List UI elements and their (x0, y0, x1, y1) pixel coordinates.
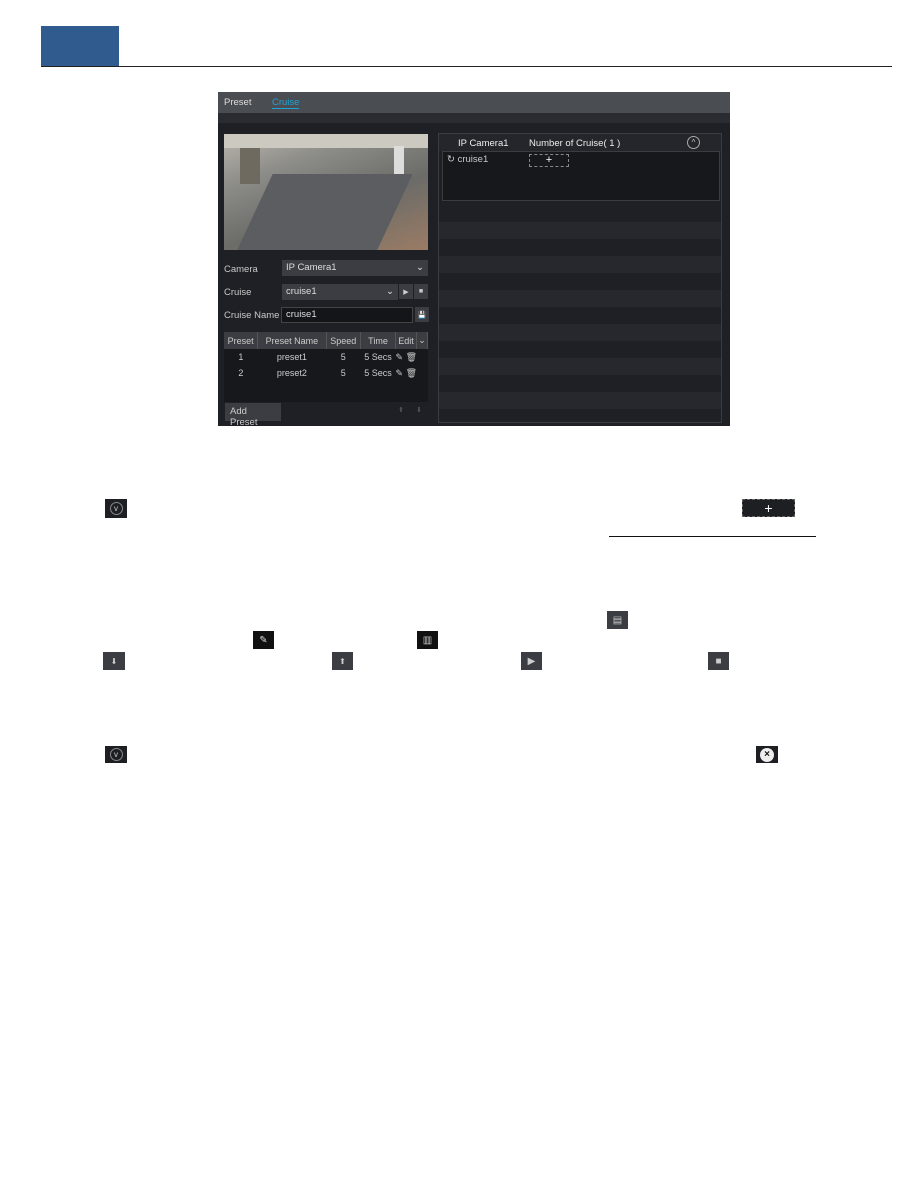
cruise-name-label: Cruise Name (224, 310, 280, 321)
chevron-down-icon: v (105, 746, 127, 763)
add-cruise-icon: + (742, 499, 795, 517)
chevron-down-icon: ⌄ (386, 286, 394, 297)
camera-preview (224, 134, 428, 250)
edit-icon[interactable]: ✎ (396, 352, 404, 362)
cell: 5 Secs (364, 368, 392, 378)
cruise-label: Cruise (224, 287, 252, 298)
cell: 5 (340, 368, 346, 378)
move-up-icon[interactable]: ⬆ (398, 406, 404, 414)
camera-label: Camera (224, 264, 258, 275)
cruise-count: Number of Cruise( 1 ) (529, 138, 621, 149)
cruise-icon: ↻ (447, 154, 455, 165)
col-preset-name: Preset Name (257, 332, 327, 349)
cell: 5 (340, 352, 346, 362)
cruise-select[interactable]: cruise1 ⌄ (282, 284, 398, 300)
save-icon: ▤ (607, 611, 628, 629)
header-rule (41, 66, 892, 67)
camera-value: IP Camera1 (286, 262, 337, 273)
col-time: Time (360, 332, 397, 349)
move-down-icon[interactable]: ⬇ (416, 406, 422, 414)
tab-preset[interactable]: Preset (224, 97, 251, 108)
underline (609, 536, 816, 537)
preset-table: Preset Preset Name Speed Time Edit ⌄ 1 p… (224, 332, 428, 402)
move-down-icon: ⬇ (103, 652, 125, 670)
cruise-item-label: cruise1 (457, 154, 489, 165)
edit-icon: ✎ (253, 631, 274, 649)
cell: preset2 (276, 368, 307, 378)
add-cruise-button[interactable]: + (529, 154, 569, 167)
cell: 2 (238, 368, 244, 378)
stop-icon: ■ (708, 652, 729, 670)
table-row[interactable]: 2 preset2 5 5 Secs ✎ 🗑 (224, 365, 428, 381)
chevron-down-icon: v (105, 499, 127, 518)
add-preset-button[interactable]: Add Preset (225, 403, 281, 428)
close-icon: × (756, 746, 778, 763)
divider (218, 113, 730, 123)
panel-camera: IP Camera1 (458, 138, 509, 149)
cruise-list-panel: IP Camera1 Number of Cruise( 1 ) ^ ↻ cru… (438, 133, 722, 423)
camera-select[interactable]: IP Camera1 ⌄ (282, 260, 428, 276)
col-edit: Edit (395, 332, 418, 349)
cell: preset1 (276, 352, 307, 362)
cruise-list: ↻ cruise1 + (442, 151, 720, 201)
play-button[interactable]: ▶ (399, 284, 413, 299)
move-up-icon: ⬆ (332, 652, 353, 670)
chevron-up-icon[interactable]: ^ (687, 136, 700, 149)
tab-cruise[interactable]: Cruise (272, 97, 300, 109)
cell: 5 Secs (364, 352, 392, 362)
delete-icon[interactable]: 🗑 (406, 352, 417, 362)
stop-button[interactable]: ■ (414, 284, 428, 299)
cruise-name-input[interactable]: cruise1 (281, 307, 413, 323)
cruise-list-item[interactable]: ↻ cruise1 (447, 154, 488, 165)
expand-icon[interactable]: ⌄ (416, 332, 428, 349)
cruise-settings-screenshot: Preset Cruise Camera IP Camera1 ⌄ Cruise … (218, 92, 730, 428)
col-preset: Preset (224, 332, 259, 349)
delete-icon[interactable]: 🗑 (406, 368, 417, 378)
col-speed: Speed (326, 332, 361, 349)
cell: 1 (238, 352, 244, 362)
chevron-down-icon: ⌄ (416, 262, 424, 273)
delete-icon: ▥ (417, 631, 438, 649)
edit-icon[interactable]: ✎ (396, 368, 404, 378)
save-button[interactable]: 💾 (415, 307, 429, 322)
header-block (41, 26, 119, 66)
play-icon: ▶ (521, 652, 542, 670)
table-row[interactable]: 1 preset1 5 5 Secs ✎ 🗑 (224, 349, 428, 365)
cruise-value: cruise1 (286, 286, 317, 297)
